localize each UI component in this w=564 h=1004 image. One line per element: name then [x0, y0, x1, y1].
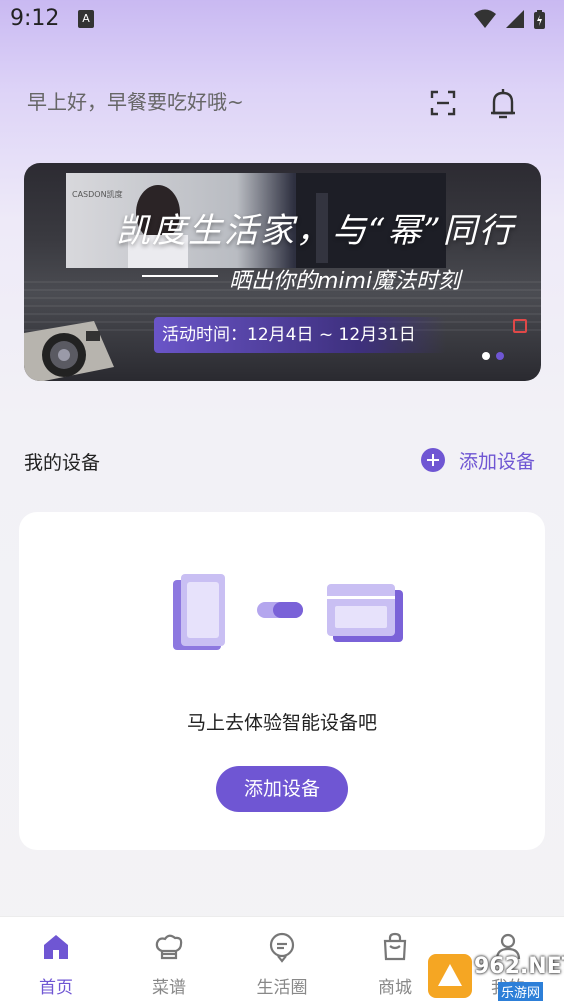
add-device-button[interactable]: 添加设备 [216, 766, 348, 812]
status-bar: 9:12 A [0, 0, 564, 40]
greeting-text: 早上好，早餐要吃好哦~ [27, 90, 244, 114]
chat-bubble-icon [269, 932, 295, 963]
phone-icon [173, 574, 225, 650]
activity-time-pill: 活动时间：12月4日 ~ 12月31日 [154, 317, 446, 353]
billboard-brand: CASDON凯度 [72, 190, 123, 199]
add-device-link[interactable]: 添加设备 [421, 446, 535, 474]
watermark-subtext: 乐游网 [498, 982, 544, 1001]
nav-label: 菜谱 [152, 978, 186, 998]
carousel-dot[interactable] [482, 352, 490, 360]
empty-state-text: 马上去体验智能设备吧 [186, 712, 377, 734]
device-connect-illustration [169, 572, 405, 652]
nav-label: 商城 [378, 978, 412, 998]
nav-item-mall[interactable]: 商城 [355, 931, 435, 998]
signal-icon [506, 10, 524, 28]
promo-banner[interactable]: CASDON凯度 凯度生活家，与“幂”同行 晒出你的mimi魔法时刻 活动时间：… [24, 163, 541, 381]
nav-label: 生活圈 [256, 978, 308, 998]
add-device-link-label: 添加设备 [459, 450, 536, 473]
notification-icon: A [78, 10, 94, 28]
carousel-dots [482, 345, 510, 364]
site-watermark: 962.NET 乐游网 [428, 952, 564, 1002]
carousel-dot-active[interactable] [496, 352, 504, 360]
wifi-icon [474, 9, 496, 28]
nav-label: 首页 [39, 978, 73, 998]
banner-subtitle-rule [142, 275, 218, 277]
oven-icon [327, 584, 403, 642]
status-time: 9:12 [10, 6, 60, 31]
section-title-devices: 我的设备 [24, 452, 101, 474]
home-icon [44, 935, 68, 959]
banner-title: 凯度生活家，与“幂”同行 [116, 211, 515, 251]
camera-image [24, 293, 116, 381]
status-icons [472, 8, 552, 36]
nav-item-community[interactable]: 生活圈 [242, 931, 322, 998]
scan-icon [430, 90, 456, 116]
notification-button[interactable] [487, 86, 519, 120]
nav-item-recipes[interactable]: 菜谱 [129, 931, 209, 998]
scan-button[interactable] [428, 88, 458, 118]
chef-hat-icon [155, 934, 183, 960]
plus-circle-icon [421, 448, 445, 472]
watermark-text: 962.NET [474, 954, 564, 979]
bell-icon [491, 89, 515, 119]
brand-logo-icon [513, 319, 527, 333]
banner-subtitle: 晒出你的mimi魔法时刻 [229, 269, 461, 294]
battery-icon [534, 10, 545, 29]
shopping-bag-icon [383, 932, 407, 961]
device-empty-card: 马上去体验智能设备吧 添加设备 [19, 512, 545, 850]
activity-time-text: 活动时间：12月4日 ~ 12月31日 [162, 325, 416, 345]
nav-item-home[interactable]: 首页 [16, 931, 96, 998]
link-icon [257, 602, 303, 618]
